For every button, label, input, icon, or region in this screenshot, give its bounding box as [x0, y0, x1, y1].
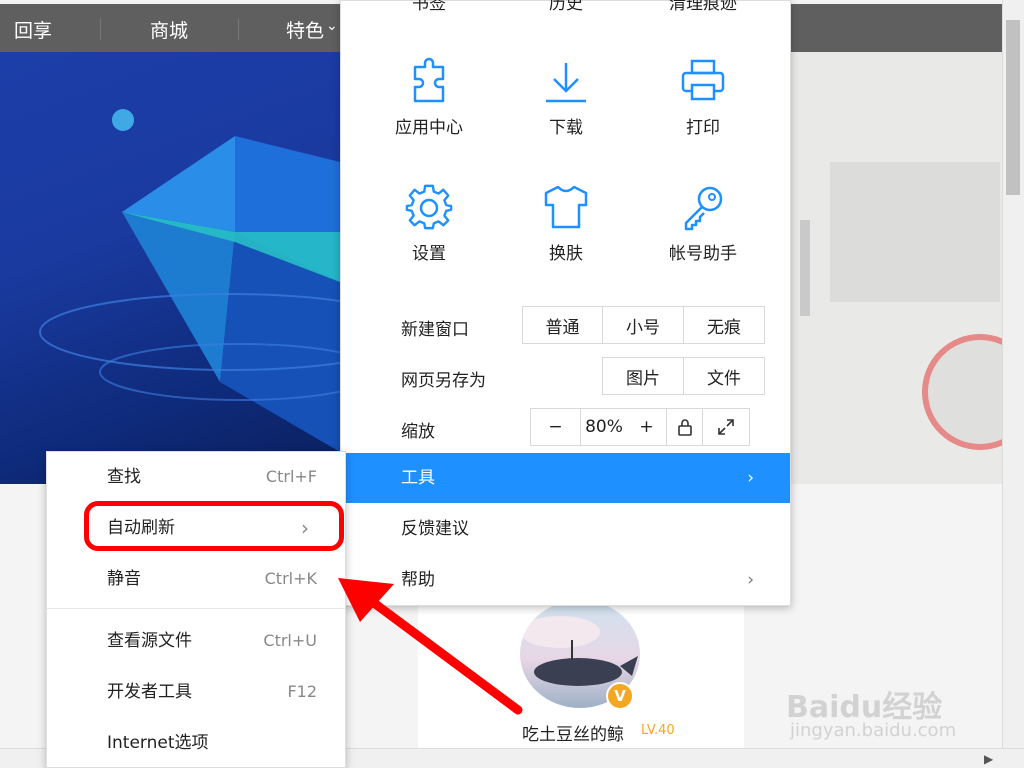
puzzle-icon — [413, 57, 445, 103]
submenu-divider — [47, 608, 345, 609]
submenu-view-source[interactable]: 查看源文件 Ctrl+U — [47, 616, 345, 666]
submenu-find-shortcut: Ctrl+F — [265, 467, 317, 486]
menu-skin-label: 换肤 — [549, 244, 583, 264]
save-as-image-button[interactable]: 图片 — [603, 358, 684, 394]
submenu-find-label: 查找 — [107, 467, 141, 487]
submenu-find[interactable]: 查找 Ctrl+F — [47, 452, 345, 502]
profile-level: LV.40 — [641, 723, 675, 738]
menu-app-center-label: 应用中心 — [395, 118, 463, 138]
menu-bookmarks[interactable]: 书签 — [359, 0, 499, 14]
chevron-right-icon: › — [747, 468, 754, 488]
submenu-dev-tools[interactable]: 开发者工具 F12 — [47, 667, 345, 717]
download-icon — [546, 63, 586, 103]
save-as-file-button[interactable]: 文件 — [684, 358, 764, 394]
submenu-view-source-label: 查看源文件 — [107, 631, 192, 651]
printer-icon — [681, 59, 725, 101]
submenu-internet-options[interactable]: Internet选项 — [47, 718, 345, 768]
menu-print[interactable]: 打印 — [633, 57, 773, 138]
zoom-level: 80% — [585, 417, 623, 437]
verified-badge: V — [606, 682, 634, 710]
gear-icon — [405, 184, 453, 230]
tshirt-icon — [544, 185, 588, 229]
annotation-arrow-icon — [338, 578, 523, 715]
menu-print-label: 打印 — [686, 118, 720, 138]
nav-item-featured[interactable]: 特色 — [286, 16, 324, 43]
menu-item-feedback-label: 反馈建议 — [401, 519, 469, 539]
diamond-illustration — [39, 109, 340, 452]
nav-item-mall[interactable]: 商城 — [150, 16, 188, 43]
nav-item-huixiang[interactable]: 回享 — [14, 16, 52, 43]
browser-main-menu: 书签 历史 清理痕迹 应用中心 下载 打印 设置 换肤 帐号助手 新建窗口 普通… — [340, 0, 791, 606]
new-window-incognito-button[interactable]: 无痕 — [684, 307, 764, 343]
submenu-mute-shortcut: Ctrl+K — [264, 569, 317, 588]
menu-app-center[interactable]: 应用中心 — [359, 57, 499, 138]
menu-item-tools-label: 工具 — [401, 468, 435, 488]
profile-username[interactable]: 吃土豆丝的鲸 — [522, 720, 624, 745]
menu-account-assistant[interactable]: 帐号助手 — [633, 183, 773, 264]
fullscreen-icon[interactable] — [703, 409, 749, 445]
menu-history[interactable]: 历史 — [496, 0, 636, 14]
watermark-url: jingyan.baidu.com — [790, 720, 957, 741]
scrollbar-thumb[interactable] — [1006, 20, 1020, 195]
annotation-highlight-box — [84, 501, 344, 551]
menu-item-tools[interactable]: 工具 › — [341, 453, 790, 503]
promo-banner — [790, 52, 1002, 484]
key-icon — [684, 186, 723, 231]
nav-divider — [100, 18, 101, 40]
new-window-options: 普通 小号 无痕 — [522, 306, 765, 344]
save-page-options: 图片 文件 — [602, 357, 765, 395]
scroll-right-arrow-icon[interactable]: ▶ — [984, 752, 993, 766]
submenu-dev-tools-label: 开发者工具 — [107, 682, 192, 702]
chevron-right-icon: › — [747, 570, 754, 590]
zoom-out-button[interactable]: − — [531, 409, 581, 445]
menu-skin[interactable]: 换肤 — [496, 183, 636, 264]
tools-submenu: 查找 Ctrl+F 自动刷新 › 静音 Ctrl+K 查看源文件 Ctrl+U … — [46, 451, 346, 768]
menu-item-feedback[interactable]: 反馈建议 — [341, 504, 790, 554]
nav-divider — [238, 18, 239, 40]
save-page-label: 网页另存为 — [401, 371, 486, 391]
zoom-in-button[interactable]: + — [627, 409, 667, 445]
submenu-mute-label: 静音 — [107, 569, 141, 589]
menu-settings[interactable]: 设置 — [359, 183, 499, 264]
chevron-down-icon[interactable]: ⌄ — [326, 18, 338, 34]
submenu-mute[interactable]: 静音 Ctrl+K — [47, 554, 345, 604]
menu-download-label: 下载 — [549, 118, 583, 138]
submenu-dev-tools-shortcut: F12 — [287, 682, 317, 701]
new-window-normal-button[interactable]: 普通 — [523, 307, 603, 343]
menu-download[interactable]: 下载 — [496, 57, 636, 138]
zoom-controls: − 80% + — [530, 408, 750, 446]
menu-settings-label: 设置 — [412, 244, 446, 264]
banner-image — [0, 52, 340, 484]
submenu-view-source-shortcut: Ctrl+U — [263, 631, 317, 650]
lock-icon[interactable] — [667, 409, 703, 445]
submenu-internet-options-label: Internet选项 — [107, 733, 209, 753]
new-window-label: 新建窗口 — [401, 320, 469, 340]
zoom-label: 缩放 — [401, 422, 435, 442]
new-window-alt-button[interactable]: 小号 — [603, 307, 684, 343]
menu-clear-traces[interactable]: 清理痕迹 — [633, 0, 773, 14]
promo-graphic — [800, 162, 1002, 450]
menu-account-assistant-label: 帐号助手 — [669, 244, 737, 264]
